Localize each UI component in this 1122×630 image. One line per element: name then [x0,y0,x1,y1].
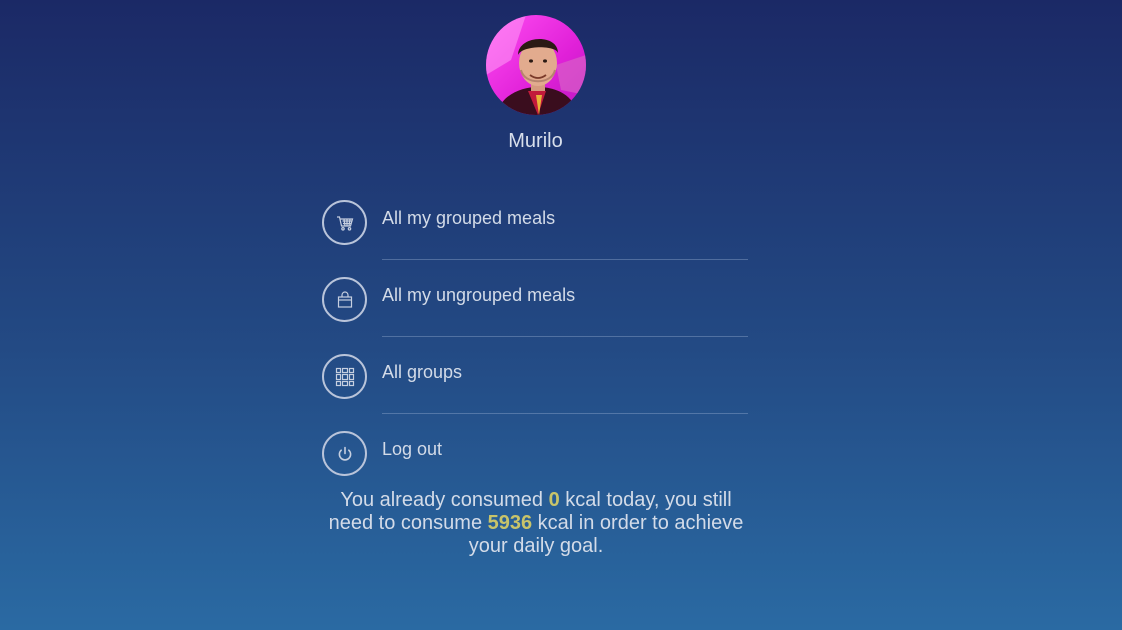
menu-item-label: All my grouped meals [382,208,556,228]
divider [382,413,748,414]
power-icon [322,431,367,476]
user-photo [486,15,586,115]
menu-item-all-groups[interactable]: All groups [322,354,748,431]
divider [382,259,748,260]
user-name: Murilo [508,130,563,152]
profile-menu: All my grouped meals All my ungrouped me… [322,200,748,508]
menu-item-label: Log out [382,439,443,459]
remaining-kcal: 5936 [487,512,533,534]
grid-icon [322,354,367,399]
calorie-summary: You already consumed 0 kcal today, you s… [322,489,750,558]
menu-item-label: All groups [382,362,463,382]
shopping-cart-icon [322,200,367,245]
menu-item-ungrouped-meals[interactable]: All my ungrouped meals [322,277,748,354]
shopping-bag-icon [322,277,367,322]
summary-text-1: You already consumed [340,489,549,511]
menu-item-grouped-meals[interactable]: All my grouped meals [322,200,748,277]
avatar [486,15,586,115]
consumed-kcal: 0 [548,489,560,511]
divider [382,336,748,337]
menu-item-label: All my ungrouped meals [382,285,576,305]
